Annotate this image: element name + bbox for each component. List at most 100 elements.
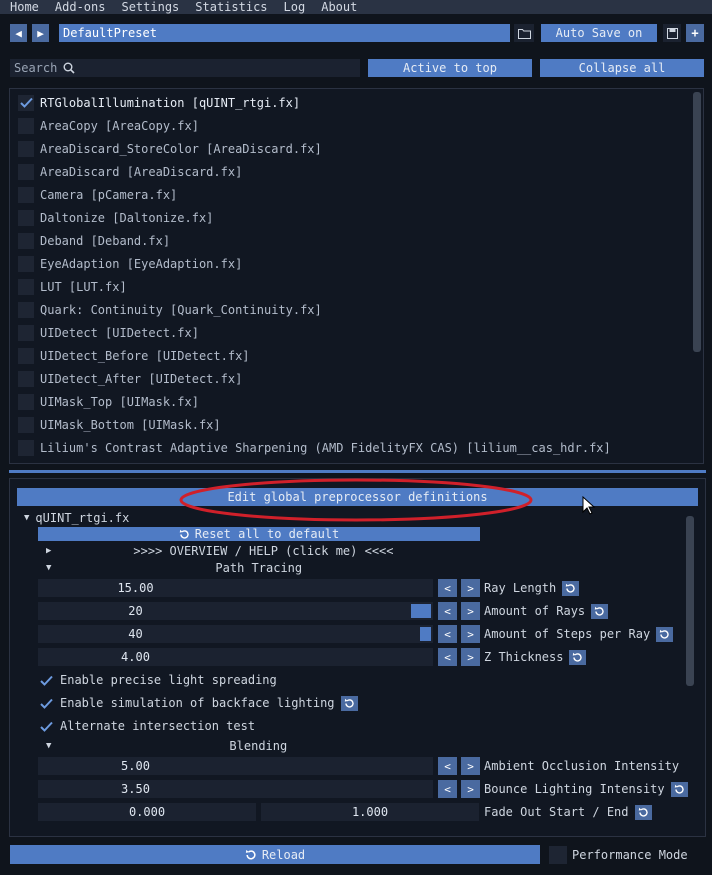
decrement-button[interactable]: <	[438, 579, 457, 597]
effect-checkbox[interactable]	[18, 140, 34, 157]
parameter-slider[interactable]: 4.00	[38, 648, 433, 666]
effect-checkbox[interactable]	[18, 324, 34, 341]
decrement-button[interactable]: <	[438, 780, 457, 798]
increment-button[interactable]: >	[461, 602, 480, 620]
menu-settings[interactable]: Settings	[121, 0, 179, 14]
increment-button[interactable]: >	[461, 757, 480, 775]
effect-item[interactable]: Deband [Deband.fx]	[18, 231, 170, 250]
menu-log[interactable]: Log	[284, 0, 306, 14]
slider-grab[interactable]	[411, 604, 431, 618]
parameter-slider[interactable]: 20	[38, 602, 433, 620]
increment-button[interactable]: >	[461, 579, 480, 597]
effect-item[interactable]: AreaCopy [AreaCopy.fx]	[18, 116, 199, 135]
reset-parameter-button[interactable]	[591, 603, 609, 619]
effect-checkbox[interactable]	[18, 186, 34, 203]
option-checkbox-row[interactable]: Enable precise light spreading	[38, 671, 277, 689]
decrement-button[interactable]: <	[438, 757, 457, 775]
increment-button[interactable]: >	[461, 780, 480, 798]
effect-checkbox[interactable]	[18, 370, 34, 387]
checkmark-icon	[39, 675, 53, 686]
fade-start-slider[interactable]: 0.000	[38, 803, 256, 821]
parameter-slider[interactable]: 15.00	[38, 579, 433, 597]
decrement-button[interactable]: <	[438, 625, 457, 643]
option-checkbox[interactable]	[38, 718, 54, 734]
menu-home[interactable]: Home	[10, 0, 39, 14]
effect-item[interactable]: Daltonize [Daltonize.fx]	[18, 208, 213, 227]
path-tracing-section[interactable]: ▼ Path Tracing	[46, 559, 466, 577]
reset-fade-button[interactable]	[634, 804, 652, 820]
performance-mode-checkbox[interactable]	[549, 846, 567, 864]
effect-checkbox[interactable]	[18, 232, 34, 249]
option-label: Enable precise light spreading	[60, 673, 277, 687]
effect-checkbox[interactable]	[18, 163, 34, 180]
effect-checkbox[interactable]	[18, 255, 34, 272]
browse-preset-button[interactable]	[514, 24, 534, 42]
option-checkbox[interactable]	[38, 672, 54, 688]
parameter-slider[interactable]: 40	[38, 625, 433, 643]
menu-addons[interactable]: Add-ons	[55, 0, 106, 14]
reset-parameter-button[interactable]	[562, 580, 580, 596]
effect-item[interactable]: UIDetect_Before [UIDetect.fx]	[18, 346, 250, 365]
reset-parameter-button[interactable]	[656, 626, 674, 642]
increment-button[interactable]: >	[461, 625, 480, 643]
overview-section[interactable]: ▶ >>>> OVERVIEW / HELP (click me) <<<<	[46, 542, 466, 560]
effect-item[interactable]: Lilium's Contrast Adaptive Sharpening (A…	[18, 438, 611, 457]
auto-save-toggle[interactable]: Auto Save on	[541, 24, 657, 42]
option-checkbox[interactable]	[38, 695, 54, 711]
save-preset-button[interactable]	[663, 24, 681, 42]
effect-item[interactable]: Camera [pCamera.fx]	[18, 185, 177, 204]
increment-button[interactable]: >	[461, 648, 480, 666]
reset-parameter-button[interactable]	[340, 695, 358, 711]
add-preset-button[interactable]: +	[686, 24, 704, 42]
next-preset-button[interactable]: ▶	[32, 24, 49, 42]
panel-splitter[interactable]	[9, 470, 706, 473]
search-input[interactable]: Search	[10, 59, 360, 77]
decrement-button[interactable]: <	[438, 602, 457, 620]
effect-item[interactable]: UIMask_Top [UIMask.fx]	[18, 392, 199, 411]
slider-grab[interactable]	[420, 627, 431, 641]
option-checkbox-row[interactable]: Enable simulation of backface lighting	[38, 694, 358, 712]
effect-label: AreaCopy [AreaCopy.fx]	[40, 118, 199, 133]
reset-all-button[interactable]: Reset all to default	[38, 527, 480, 541]
effect-item[interactable]: AreaDiscard_StoreColor [AreaDiscard.fx]	[18, 139, 322, 158]
effect-list-scrollbar[interactable]	[693, 92, 701, 352]
effect-item[interactable]: UIMask_Bottom [UIMask.fx]	[18, 415, 221, 434]
effect-header[interactable]: ▼ qUINT_rtgi.fx	[24, 509, 129, 527]
parameter-slider[interactable]: 5.00	[38, 757, 433, 775]
effect-item[interactable]: Quark: Continuity [Quark_Continuity.fx]	[18, 300, 322, 319]
prev-preset-button[interactable]: ◀	[10, 24, 27, 42]
effect-checkbox[interactable]	[18, 278, 34, 295]
menu-statistics[interactable]: Statistics	[195, 0, 267, 14]
parameters-scrollbar[interactable]	[686, 516, 694, 686]
reload-button[interactable]: Reload	[10, 845, 540, 864]
folder-icon	[517, 28, 531, 39]
fade-end-slider[interactable]: 1.000	[261, 803, 479, 821]
effect-label: AreaDiscard_StoreColor [AreaDiscard.fx]	[40, 141, 322, 156]
preset-name-field[interactable]: DefaultPreset	[59, 24, 510, 42]
effect-checkbox[interactable]	[18, 393, 34, 410]
effect-item[interactable]: EyeAdaption [EyeAdaption.fx]	[18, 254, 242, 273]
effect-checkbox[interactable]	[18, 347, 34, 364]
effect-item[interactable]: UIDetect_After [UIDetect.fx]	[18, 369, 242, 388]
decrement-button[interactable]: <	[438, 648, 457, 666]
effect-checkbox[interactable]	[18, 94, 34, 111]
effect-checkbox[interactable]	[18, 439, 34, 456]
reset-parameter-button[interactable]	[569, 649, 587, 665]
option-checkbox-row[interactable]: Alternate intersection test	[38, 717, 255, 735]
reset-parameter-button[interactable]	[670, 781, 688, 797]
menu-about[interactable]: About	[321, 0, 357, 14]
effect-item[interactable]: AreaDiscard [AreaDiscard.fx]	[18, 162, 242, 181]
effect-checkbox[interactable]	[18, 301, 34, 318]
effect-item[interactable]: RTGlobalIllumination [qUINT_rtgi.fx]	[18, 93, 300, 112]
effect-checkbox[interactable]	[18, 209, 34, 226]
effect-checkbox[interactable]	[18, 416, 34, 433]
checkmark-icon	[39, 698, 53, 709]
parameter-slider[interactable]: 3.50	[38, 780, 433, 798]
effect-item[interactable]: UIDetect [UIDetect.fx]	[18, 323, 199, 342]
collapse-all-button[interactable]: Collapse all	[540, 59, 704, 77]
blending-section[interactable]: ▼ Blending	[46, 737, 466, 755]
active-to-top-button[interactable]: Active to top	[368, 59, 532, 77]
effect-label: Deband [Deband.fx]	[40, 233, 171, 248]
effect-item[interactable]: LUT [LUT.fx]	[18, 277, 127, 296]
effect-checkbox[interactable]	[18, 117, 34, 134]
